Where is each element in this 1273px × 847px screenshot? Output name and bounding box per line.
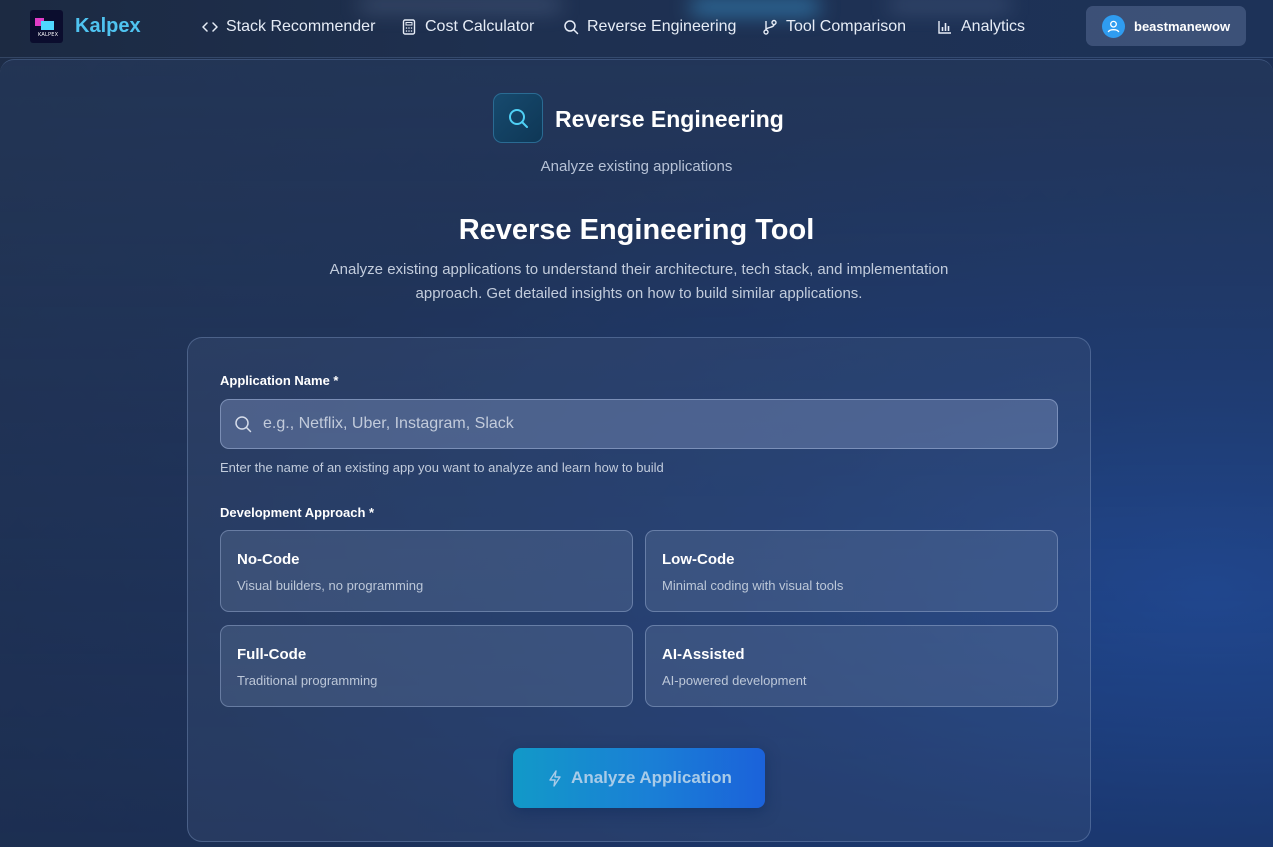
calculator-icon <box>400 18 418 36</box>
nav-item-label: Analytics <box>961 18 1026 35</box>
nav-item-tool-comparison[interactable]: Tool Comparison <box>761 17 906 37</box>
logo-shape <box>41 21 54 30</box>
approach-option-ai-assisted[interactable]: AI-Assisted AI-powered development <box>645 625 1058 707</box>
search-icon <box>562 18 580 36</box>
section-subtitle: Analyze existing applications <box>540 158 733 175</box>
nav-item-cost-calculator[interactable]: Cost Calculator <box>400 17 534 37</box>
approach-description: Traditional programming <box>237 673 378 688</box>
approach-option-full-code[interactable]: Full-Code Traditional programming <box>220 625 633 707</box>
app-name-input-wrapper[interactable] <box>220 399 1058 449</box>
bar-chart-icon <box>936 18 954 36</box>
search-icon <box>493 93 543 143</box>
user-menu-button[interactable]: beastmanewow <box>1086 6 1246 46</box>
approach-option-low-code[interactable]: Low-Code Minimal coding with visual tool… <box>645 530 1058 612</box>
nav-glow <box>690 0 820 14</box>
nav-glow <box>360 0 560 10</box>
page-title: Reverse Engineering Tool <box>458 214 815 246</box>
nav-item-stack-recommender[interactable]: Stack Recommender <box>201 17 375 37</box>
app-name-help: Enter the name of an existing app you wa… <box>220 460 664 475</box>
user-icon <box>1107 20 1120 32</box>
search-icon <box>233 414 253 434</box>
approach-description: AI-powered development <box>662 673 807 688</box>
code-icon <box>201 18 219 36</box>
nav-item-reverse-engineering[interactable]: Reverse Engineering <box>562 17 736 37</box>
page-description: Analyze existing applications to underst… <box>329 261 949 302</box>
nav-item-label: Tool Comparison <box>786 18 907 35</box>
avatar <box>1102 14 1125 38</box>
nav-item-label: Stack Recommender <box>226 18 376 35</box>
approach-label: Development Approach * <box>220 505 375 520</box>
section-title: Reverse Engineering <box>555 106 784 132</box>
app-name-label: Application Name * <box>220 373 339 388</box>
approach-option-no-code[interactable]: No-Code Visual builders, no programming <box>220 530 633 612</box>
logo-text: KALPEX <box>38 32 59 38</box>
analyze-button-label: Analyze Application <box>571 768 732 787</box>
approach-title: Full-Code <box>237 646 307 663</box>
lightning-icon <box>546 769 564 787</box>
nav-item-label: Cost Calculator <box>425 18 535 35</box>
git-branch-icon <box>761 18 779 36</box>
approach-description: Visual builders, no programming <box>237 578 424 593</box>
brand-logo[interactable]: KALPEX <box>30 10 63 43</box>
nav-item-analytics[interactable]: Analytics <box>936 17 1025 37</box>
approach-description: Minimal coding with visual tools <box>662 578 844 593</box>
approach-title: AI-Assisted <box>662 646 745 663</box>
nav-glow <box>890 0 1010 10</box>
user-name: beastmanewow <box>1134 18 1231 34</box>
approach-title: Low-Code <box>662 551 735 568</box>
nav-item-label: Reverse Engineering <box>587 18 737 35</box>
approach-title: No-Code <box>237 551 300 568</box>
analyze-application-button[interactable]: Analyze Application <box>513 748 765 808</box>
top-navbar: KALPEX Kalpex Stack Recommender Cost Cal… <box>0 0 1273 58</box>
app-name-input[interactable] <box>263 400 1057 448</box>
brand-name[interactable]: Kalpex <box>75 15 141 38</box>
